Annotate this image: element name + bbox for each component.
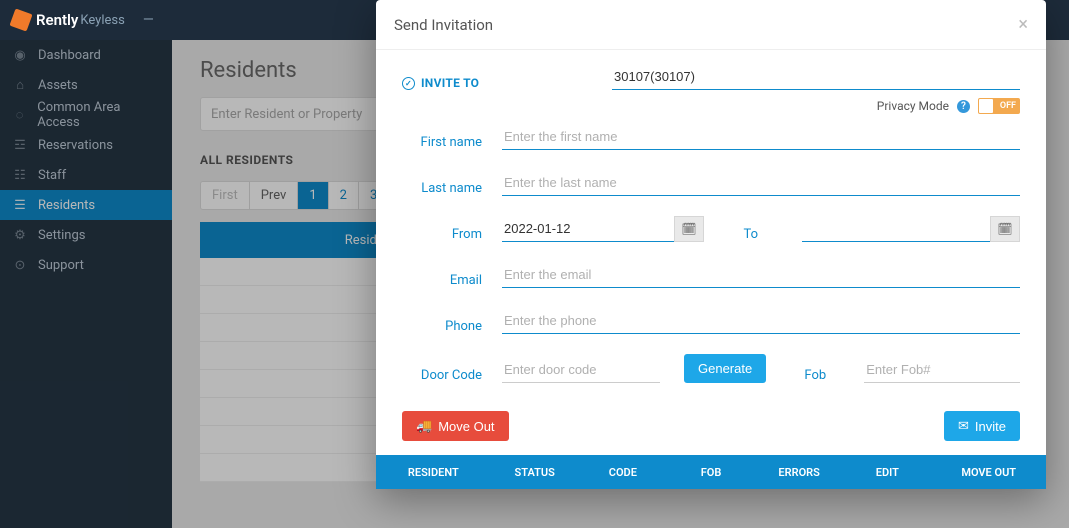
phone-row: Phone	[402, 308, 1020, 334]
last-name-label: Last name	[402, 181, 502, 196]
calendar-icon: 🗓	[681, 222, 696, 236]
door-code-label: Door Code	[402, 368, 502, 383]
modal-actions: 🚚 Move Out ✉ Invite	[376, 403, 1046, 455]
brand-suffix: Keyless	[80, 13, 124, 28]
invite-button[interactable]: ✉ Invite	[944, 411, 1020, 441]
topbar-separator: —	[143, 12, 154, 28]
modal-th-status: STATUS	[491, 466, 579, 479]
privacy-toggle[interactable]: OFF	[978, 98, 1020, 114]
send-invitation-modal: Send Invitation × ✓ INVITE TO Privacy Mo…	[376, 0, 1046, 489]
phone-label: Phone	[402, 319, 502, 334]
invite-to-row: ✓ INVITE TO	[402, 64, 1020, 90]
fob-input[interactable]	[864, 357, 1020, 383]
first-name-input[interactable]	[502, 124, 1020, 150]
invite-to-label: ✓ INVITE TO	[402, 76, 572, 90]
close-icon[interactable]: ×	[1018, 14, 1028, 35]
to-date-wrap: 🗓	[802, 216, 1020, 242]
logo: RentlyKeyless	[12, 11, 125, 29]
from-date-input[interactable]	[502, 216, 674, 242]
truck-icon: 🚚	[416, 418, 432, 434]
modal-body: ✓ INVITE TO Privacy Mode ? OFF First nam…	[376, 50, 1046, 383]
move-out-button[interactable]: 🚚 Move Out	[402, 411, 509, 441]
fob-label: Fob	[790, 368, 840, 383]
modal-table-head: RESIDENTSTATUSCODEFOBERRORSEDITMOVE OUT	[376, 455, 1046, 489]
modal-th-resident: RESIDENT	[376, 466, 491, 479]
envelope-icon: ✉	[958, 418, 969, 434]
email-label: Email	[402, 273, 502, 288]
privacy-mode-label: Privacy Mode	[877, 99, 949, 113]
modal-header: Send Invitation ×	[376, 0, 1046, 50]
door-code-input[interactable]	[502, 357, 660, 383]
invite-to-value	[612, 64, 1020, 90]
invite-to-input[interactable]	[612, 64, 1020, 90]
first-name-label: First name	[402, 135, 502, 150]
phone-input[interactable]	[502, 308, 1020, 334]
logo-cube-icon	[9, 8, 32, 31]
from-label: From	[402, 227, 502, 242]
to-label: To	[728, 227, 778, 242]
from-calendar-button[interactable]: 🗓	[674, 216, 704, 242]
modal-th-move-out: MOVE OUT	[931, 466, 1046, 479]
email-input[interactable]	[502, 262, 1020, 288]
first-name-row: First name	[402, 124, 1020, 150]
modal-title: Send Invitation	[394, 16, 493, 34]
calendar-icon: 🗓	[997, 222, 1012, 236]
from-date-wrap: 🗓	[502, 216, 704, 242]
generate-button[interactable]: Generate	[684, 354, 766, 383]
modal-th-code: CODE	[579, 466, 667, 479]
modal-th-fob: FOB	[667, 466, 755, 479]
to-date-input[interactable]	[802, 216, 990, 242]
modal-th-errors: ERRORS	[755, 466, 843, 479]
brand-name: Rently	[36, 11, 78, 29]
email-row: Email	[402, 262, 1020, 288]
door-code-row: Door Code Generate Fob	[402, 354, 1020, 383]
date-row: From 🗓 To 🗓	[402, 216, 1020, 242]
last-name-row: Last name	[402, 170, 1020, 196]
to-calendar-button[interactable]: 🗓	[990, 216, 1020, 242]
privacy-mode-row: Privacy Mode ? OFF	[402, 98, 1020, 114]
check-circle-icon: ✓	[402, 77, 415, 90]
modal-th-edit: EDIT	[843, 466, 931, 479]
help-icon[interactable]: ?	[957, 100, 970, 113]
last-name-input[interactable]	[502, 170, 1020, 196]
